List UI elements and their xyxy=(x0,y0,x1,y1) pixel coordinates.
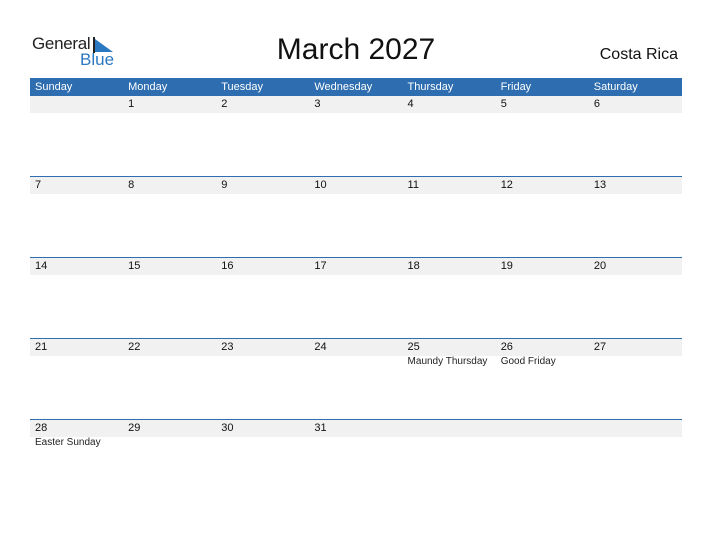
day-number: 28 xyxy=(35,422,48,434)
week-row: 28 Easter Sunday 29 30 31 xyxy=(30,419,682,501)
holiday-label: Maundy Thursday xyxy=(407,356,488,367)
weekday-sunday: Sunday xyxy=(35,81,73,93)
day-cell[interactable]: 18 xyxy=(403,258,496,338)
day-number: 25 xyxy=(407,341,420,353)
day-cell[interactable]: 26 Good Friday xyxy=(496,339,589,419)
day-number: 10 xyxy=(314,179,327,191)
day-cell[interactable]: 23 xyxy=(216,339,309,419)
day-cell[interactable]: 30 xyxy=(216,420,309,500)
week-row: 21 22 23 24 25 Maundy Thursday 26 Good Friday 27 xyxy=(30,338,682,420)
day-number: 23 xyxy=(221,341,234,353)
day-number: 4 xyxy=(407,98,414,110)
day-cell[interactable] xyxy=(30,96,123,176)
day-cell[interactable]: 22 xyxy=(123,339,216,419)
weekday-wednesday: Wednesday xyxy=(314,81,373,93)
holiday-label: Easter Sunday xyxy=(35,437,101,448)
day-number: 30 xyxy=(221,422,234,434)
day-cell[interactable]: 24 xyxy=(309,339,402,419)
day-number: 7 xyxy=(35,179,42,191)
day-cell[interactable]: 25 Maundy Thursday xyxy=(403,339,496,419)
day-cell[interactable]: 31 xyxy=(309,420,402,500)
weekday-tuesday: Tuesday xyxy=(221,81,264,93)
day-cell[interactable]: 4 xyxy=(403,96,496,176)
day-cell[interactable]: 3 xyxy=(309,96,402,176)
day-cell[interactable]: 8 xyxy=(123,177,216,257)
day-number: 1 xyxy=(128,98,135,110)
day-number: 8 xyxy=(128,179,135,191)
day-number: 29 xyxy=(128,422,141,434)
day-cell[interactable]: 20 xyxy=(589,258,682,338)
day-cell[interactable]: 12 xyxy=(496,177,589,257)
day-cell[interactable] xyxy=(496,420,589,500)
day-number: 31 xyxy=(314,422,327,434)
day-number: 2 xyxy=(221,98,228,110)
day-cell[interactable]: 19 xyxy=(496,258,589,338)
weekday-saturday: Saturday xyxy=(593,81,638,93)
day-number: 18 xyxy=(407,260,420,272)
day-cell[interactable]: 7 xyxy=(30,177,123,257)
day-cell[interactable]: 6 xyxy=(589,96,682,176)
day-number: 27 xyxy=(593,341,607,353)
day-number: 17 xyxy=(314,260,327,272)
day-cell[interactable]: 27 xyxy=(589,339,682,419)
day-number: 26 xyxy=(500,341,513,353)
day-number: 3 xyxy=(314,98,321,110)
day-cell[interactable]: 28 Easter Sunday xyxy=(30,420,123,500)
day-cell[interactable]: 11 xyxy=(403,177,496,257)
day-cell[interactable]: 2 xyxy=(216,96,309,176)
day-number: 12 xyxy=(500,179,513,191)
day-number: 22 xyxy=(128,341,141,353)
day-number: 21 xyxy=(35,341,48,353)
day-number: 6 xyxy=(593,98,600,110)
day-number: 11 xyxy=(407,179,419,191)
weekday-header: Sunday Monday Tuesday Wednesday Thursday Frid… xyxy=(30,78,682,96)
day-cell[interactable]: 1 xyxy=(123,96,216,176)
day-number: 5 xyxy=(500,98,507,110)
day-number: 16 xyxy=(221,260,234,272)
day-cell[interactable] xyxy=(589,420,682,500)
day-number: 24 xyxy=(314,341,327,353)
week-row: 7 8 9 10 11 12 13 xyxy=(30,176,682,258)
day-cell[interactable]: 13 xyxy=(589,177,682,257)
day-cell[interactable]: 14 xyxy=(30,258,123,338)
weekday-friday: Friday xyxy=(500,81,532,93)
day-cell[interactable]: 9 xyxy=(216,177,309,257)
weekday-monday: Monday xyxy=(128,81,168,93)
day-cell[interactable]: 15 xyxy=(123,258,216,338)
holiday-label: Good Friday xyxy=(500,356,556,367)
week-row: 1 2 3 4 5 6 xyxy=(30,96,682,177)
day-number: 14 xyxy=(35,260,48,272)
day-cell[interactable]: 5 xyxy=(496,96,589,176)
day-number: 15 xyxy=(128,260,141,272)
day-cell[interactable]: 29 xyxy=(123,420,216,500)
country-label: Costa Rica xyxy=(599,46,678,63)
day-cell[interactable]: 17 xyxy=(309,258,402,338)
day-cell[interactable]: 16 xyxy=(216,258,309,338)
day-number: 19 xyxy=(500,260,513,272)
weekday-thursday: Thursday xyxy=(407,81,454,93)
day-cell[interactable]: 10 xyxy=(309,177,402,257)
day-number: 9 xyxy=(221,179,228,191)
week-row: 14 15 16 17 18 19 20 xyxy=(30,257,682,339)
day-number: 20 xyxy=(593,260,607,272)
day-number: 13 xyxy=(593,179,607,191)
day-cell[interactable]: 21 xyxy=(30,339,123,419)
day-cell[interactable] xyxy=(403,420,496,500)
